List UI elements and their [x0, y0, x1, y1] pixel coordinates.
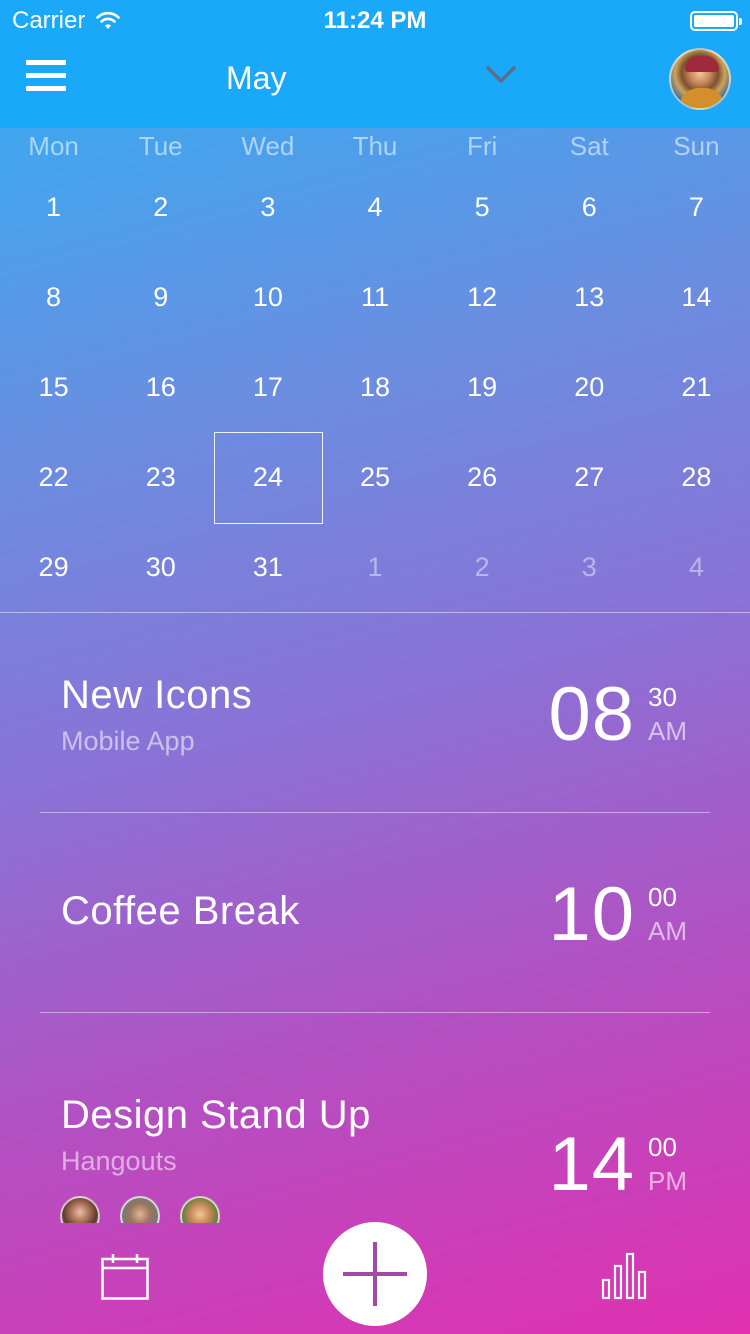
calendar-icon[interactable]: [101, 1254, 149, 1300]
calendar-day[interactable]: 29: [0, 522, 107, 612]
calendar-week: 1 2 3 4 5 6 7: [0, 162, 750, 252]
calendar-day[interactable]: 16: [107, 342, 214, 432]
calendar-day[interactable]: 18: [321, 342, 428, 432]
weekday-label: Sat: [569, 131, 609, 161]
calendar-day[interactable]: 10: [214, 252, 321, 342]
calendar-day-next-month[interactable]: 2: [429, 522, 536, 612]
weekday-label: Tue: [138, 131, 183, 161]
calendar-day[interactable]: 7: [643, 162, 750, 252]
calendar-day[interactable]: 4: [321, 162, 428, 252]
calendar-day[interactable]: 12: [429, 252, 536, 342]
event-title: Coffee Break: [61, 889, 300, 933]
calendar-day[interactable]: 9: [107, 252, 214, 342]
battery-icon: [690, 11, 742, 31]
calendar-day[interactable]: 14: [643, 252, 750, 342]
weekday-label: Wed: [241, 131, 295, 161]
attendee-avatar[interactable]: [180, 1196, 220, 1223]
calendar-day[interactable]: 27: [536, 432, 643, 522]
event-title: New Icons: [61, 673, 253, 717]
calendar-day[interactable]: 17: [214, 342, 321, 432]
calendar-week: 15 16 17 18 19 20 21: [0, 342, 750, 432]
event-subtitle: Mobile App: [61, 726, 195, 756]
chevron-down-icon[interactable]: [484, 62, 518, 88]
weekday-header: Mon Tue Wed Thu Fri Sat Sun: [0, 128, 750, 164]
event-item[interactable]: Coffee Break 10 00 AM: [0, 813, 750, 1013]
calendar-day[interactable]: 1: [0, 162, 107, 252]
calendar-day-next-month[interactable]: 4: [643, 522, 750, 612]
calendar-day-next-month[interactable]: 1: [321, 522, 428, 612]
plus-icon: [343, 1242, 407, 1306]
calendar-week: 22 23 24 25 26 27 28: [0, 432, 750, 524]
event-minute: 00: [648, 882, 677, 912]
event-subtitle: Hangouts: [61, 1146, 177, 1176]
event-ampm: PM: [648, 1166, 687, 1196]
menu-icon[interactable]: [26, 60, 66, 92]
weekday-label: Fri: [466, 131, 498, 161]
tab-bar: [0, 1222, 750, 1334]
weekday-label: Thu: [352, 131, 398, 161]
event-list: New Icons Mobile App 08 30 AM Coffee Bre…: [0, 613, 750, 1223]
attendee-avatar[interactable]: [60, 1196, 100, 1223]
calendar-day[interactable]: 15: [0, 342, 107, 432]
event-title: Design Stand Up: [61, 1093, 371, 1137]
calendar-week: 29 30 31 1 2 3 4: [0, 522, 750, 612]
calendar-day[interactable]: 8: [0, 252, 107, 342]
calendar-day[interactable]: 19: [429, 342, 536, 432]
calendar-day[interactable]: 31: [214, 522, 321, 612]
battery-level: [694, 15, 734, 27]
calendar-day[interactable]: 13: [536, 252, 643, 342]
calendar-day[interactable]: 26: [429, 432, 536, 522]
calendar-grid: 1 2 3 4 5 6 7 8 9 10 11 12 13 14 15 16 1…: [0, 162, 750, 612]
add-event-button[interactable]: [323, 1222, 427, 1326]
calendar-day[interactable]: 5: [429, 162, 536, 252]
calendar-day-selected[interactable]: 24: [214, 432, 324, 524]
calendar-day-next-month[interactable]: 3: [536, 522, 643, 612]
user-avatar[interactable]: [669, 48, 731, 110]
weekday-label: Mon: [28, 131, 79, 161]
event-ampm: AM: [648, 916, 687, 946]
attendee-list: [60, 1196, 220, 1223]
event-minute: 30: [648, 682, 677, 712]
status-bar: Carrier 11:24 PM: [0, 0, 750, 40]
event-item[interactable]: Design Stand Up Hangouts 14 00 PM: [0, 1013, 750, 1223]
bar-chart-icon[interactable]: [601, 1252, 649, 1300]
calendar-day[interactable]: 3: [214, 162, 321, 252]
calendar-day[interactable]: 30: [107, 522, 214, 612]
calendar-day[interactable]: 25: [321, 432, 428, 522]
weekday-label: Sun: [673, 131, 720, 161]
event-hour: 08: [548, 672, 635, 757]
calendar-day[interactable]: 23: [107, 432, 214, 522]
calendar-day[interactable]: 28: [643, 432, 750, 522]
calendar-day[interactable]: 6: [536, 162, 643, 252]
event-hour: 10: [548, 872, 635, 957]
calendar-day[interactable]: 22: [0, 432, 107, 522]
month-title[interactable]: May: [226, 60, 286, 97]
calendar-day[interactable]: 21: [643, 342, 750, 432]
event-hour: 14: [548, 1122, 635, 1207]
event-item[interactable]: New Icons Mobile App 08 30 AM: [0, 613, 750, 813]
calendar-week: 8 9 10 11 12 13 14: [0, 252, 750, 342]
event-ampm: AM: [648, 716, 687, 746]
status-time: 11:24 PM: [323, 7, 427, 34]
calendar-day[interactable]: 2: [107, 162, 214, 252]
calendar-day[interactable]: 20: [536, 342, 643, 432]
event-minute: 00: [648, 1132, 677, 1162]
attendee-avatar[interactable]: [120, 1196, 160, 1223]
calendar-day[interactable]: 11: [321, 252, 428, 342]
